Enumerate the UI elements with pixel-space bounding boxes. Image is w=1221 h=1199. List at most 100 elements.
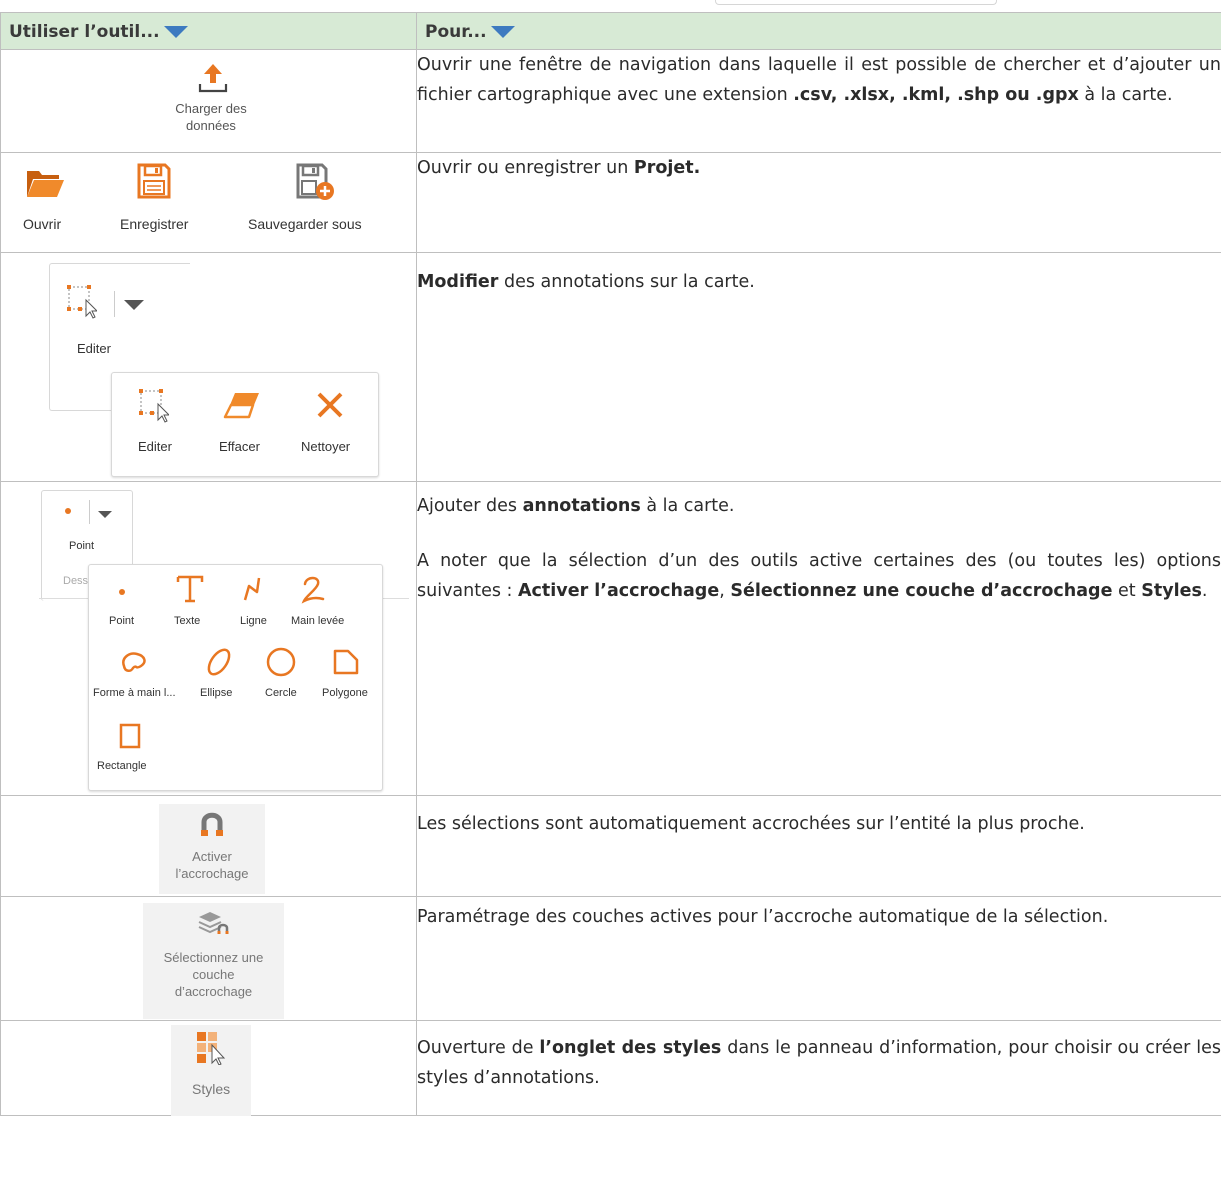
snap-label-line1: Activer: [192, 849, 232, 864]
chevron-down-icon[interactable]: [97, 510, 113, 519]
snap-layer-label[interactable]: Sélectionnez une couche d’accrochage: [143, 949, 284, 1000]
snap-layer-text: Paramétrage des couches actives pour l’a…: [417, 907, 1109, 927]
desc-cell-edit: Modifier des annotations sur la carte.: [416, 252, 1221, 482]
eraser-icon[interactable]: [223, 391, 261, 419]
table-row: Charger des données Ouvrir une fenêtre d…: [0, 49, 1221, 153]
draw-group-label-fragment: Dess: [63, 575, 89, 587]
circle-icon[interactable]: [265, 646, 297, 678]
table-row: Sélectionnez une couche d’accrochage Par…: [0, 896, 1221, 1021]
filter-triangle-icon[interactable]: [490, 26, 515, 38]
ellipse-icon[interactable]: [204, 646, 234, 678]
close-icon[interactable]: [316, 391, 344, 419]
draw-note-e: et: [1112, 581, 1142, 601]
point-dot-icon[interactable]: [65, 508, 71, 514]
menu-item-ellipse[interactable]: Ellipse: [200, 687, 232, 699]
snap-label-line2: l’accrochage: [175, 866, 249, 881]
draw-note-bold-3: Styles: [1141, 581, 1202, 601]
menu-item-edit[interactable]: Editer: [138, 439, 172, 454]
project-text-1: Ouvrir ou enregistrer un: [417, 158, 634, 178]
project-text-bold: Projet.: [633, 158, 701, 178]
menu-item-clean[interactable]: Nettoyer: [301, 439, 350, 454]
desc-cell-draw: Ajouter des annotations à la carte. A no…: [416, 481, 1221, 796]
filter-triangle-icon[interactable]: [163, 26, 188, 38]
load-text-2: à la carte.: [1078, 85, 1173, 105]
save-label[interactable]: Enregistrer: [120, 216, 188, 232]
draw-text-a: Ajouter des: [417, 496, 523, 516]
text-icon[interactable]: [175, 574, 205, 604]
draw-note-c: ,: [719, 581, 731, 601]
split-divider: [89, 500, 90, 524]
save-as-label[interactable]: Sauvegarder sous: [248, 216, 362, 232]
edit-text-1: des annotations sur la carte.: [498, 272, 755, 292]
draw-text-bold: annotations: [522, 496, 641, 516]
snap-layer-line1: Sélectionnez une: [163, 950, 264, 965]
save-as-icon[interactable]: [296, 163, 336, 201]
snap-layer-line2: couche: [192, 967, 235, 982]
split-divider: [114, 291, 115, 317]
draw-note-bold-2: Sélectionnez une couche d’accrochage: [730, 581, 1113, 601]
save-icon[interactable]: [137, 163, 171, 199]
styles-icon[interactable]: [196, 1031, 226, 1065]
menu-item-freehand[interactable]: Main levée: [291, 615, 344, 627]
draw-paragraph-2: A noter que la sélection d’un des outils…: [417, 546, 1221, 606]
line-icon[interactable]: [235, 574, 265, 604]
menu-item-freeform[interactable]: Forme à main l...: [93, 687, 176, 699]
rectangle-icon[interactable]: [118, 722, 142, 750]
header-row: Utiliser l’outil... Pour...: [0, 12, 1221, 50]
table-row: Styles Ouverture de l’onglet des styles …: [0, 1020, 1221, 1116]
freeform-shape-icon[interactable]: [119, 648, 149, 678]
edit-select-icon[interactable]: [65, 283, 97, 319]
header-tool-column: Utiliser l’outil...: [0, 12, 417, 50]
desc-cell-snaplayer: Paramétrage des couches actives pour l’a…: [416, 896, 1221, 1021]
menu-item-rectangle[interactable]: Rectangle: [97, 760, 147, 772]
table-row: Activer l’accrochage Les sélections sont…: [0, 795, 1221, 897]
top-fragment: [715, 0, 997, 5]
point-dot-icon[interactable]: [119, 589, 125, 595]
tool-cell-draw: Point Dess Point Texte Ligne Main levée …: [0, 481, 417, 796]
tool-cell-edit: Editer Editer Effacer Nettoyer: [0, 252, 417, 482]
snap-label[interactable]: Activer l’accrochage: [159, 848, 265, 882]
point-main-label[interactable]: Point: [69, 540, 94, 552]
styles-text-1: Ouverture de: [417, 1038, 540, 1058]
tool-cell-styles: Styles: [0, 1020, 417, 1116]
table-row: Editer Editer Effacer Nettoyer Modifier …: [0, 252, 1221, 482]
tool-cell-snap: Activer l’accrochage: [0, 795, 417, 897]
load-data-label[interactable]: Charger des données: [151, 100, 271, 134]
tool-cell-project: Ouvrir Enregistrer Sauvegarder sous: [0, 152, 417, 253]
load-label-line2: données: [186, 118, 236, 133]
header-purpose-column: Pour...: [416, 12, 1221, 50]
tool-cell-snaplayer: Sélectionnez une couche d’accrochage: [0, 896, 417, 1021]
header-tool-label: Utiliser l’outil...: [9, 22, 160, 42]
desc-cell-snap: Les sélections sont automatiquement accr…: [416, 795, 1221, 897]
edit-text-bold: Modifier: [417, 272, 499, 292]
folder-open-icon[interactable]: [25, 165, 65, 201]
menu-item-line[interactable]: Ligne: [240, 615, 267, 627]
styles-label[interactable]: Styles: [192, 1081, 230, 1097]
snap-layer-line3: d’accrochage: [174, 984, 253, 999]
tools-table: Utiliser l’outil... Pour... Charger des …: [0, 12, 1221, 1116]
magnet-icon[interactable]: [199, 810, 225, 840]
header-purpose-label: Pour...: [425, 22, 487, 42]
snap-text: Les sélections sont automatiquement accr…: [417, 814, 1085, 834]
upload-icon[interactable]: [198, 62, 228, 94]
chevron-down-icon[interactable]: [123, 299, 145, 311]
desc-cell-load: Ouvrir une fenêtre de navigation dans la…: [416, 49, 1221, 153]
open-label[interactable]: Ouvrir: [23, 216, 61, 232]
edit-main-label[interactable]: Editer: [77, 341, 111, 356]
menu-item-point[interactable]: Point: [109, 615, 134, 627]
menu-item-erase[interactable]: Effacer: [219, 439, 260, 454]
freehand-icon[interactable]: [298, 574, 328, 604]
table-row: Point Dess Point Texte Ligne Main levée …: [0, 481, 1221, 796]
load-label-line1: Charger des: [175, 101, 247, 116]
menu-item-circle[interactable]: Cercle: [265, 687, 297, 699]
edit-select-icon[interactable]: [137, 387, 169, 423]
table-row: Ouvrir Enregistrer Sauvegarder sous Ouvr…: [0, 152, 1221, 253]
draw-paragraph-1: Ajouter des annotations à la carte.: [417, 491, 1221, 521]
polygon-icon[interactable]: [332, 648, 360, 676]
desc-cell-project: Ouvrir ou enregistrer un Projet.: [416, 152, 1221, 253]
menu-item-text[interactable]: Texte: [174, 615, 200, 627]
layers-icon[interactable]: [197, 909, 229, 939]
menu-item-polygon[interactable]: Polygone: [322, 687, 368, 699]
load-text-bold: .csv, .xlsx, .kml, .shp ou .gpx: [793, 85, 1079, 105]
draw-text-c: à la carte.: [640, 496, 735, 516]
